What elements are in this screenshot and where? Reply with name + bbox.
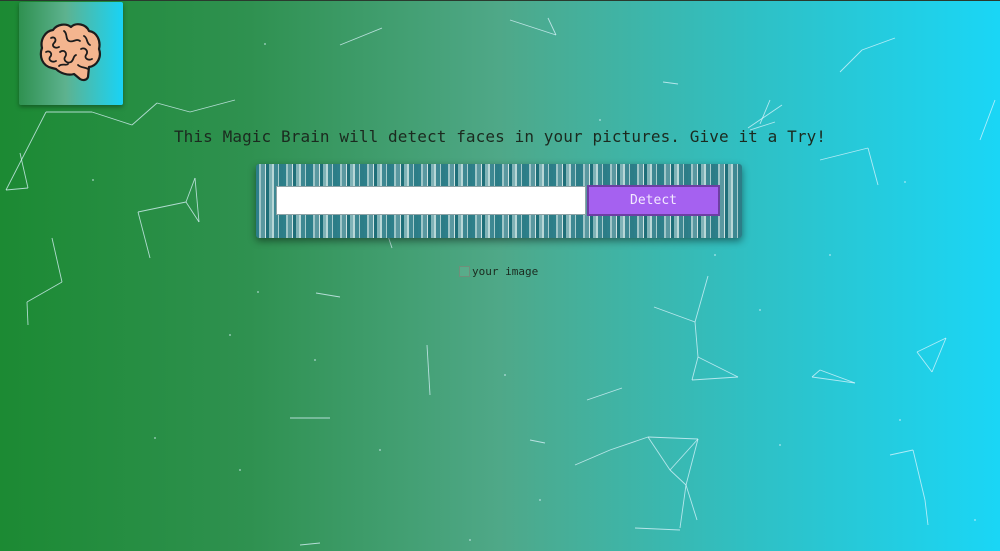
particle-dot (829, 254, 831, 256)
particle-link (426, 344, 431, 396)
detect-button[interactable]: Detect (587, 185, 720, 216)
particle-link (647, 436, 671, 471)
particle-dot (599, 119, 601, 121)
particle-link (647, 436, 699, 440)
particle-link (5, 187, 29, 191)
particle-link (131, 102, 158, 126)
particle-link (185, 177, 196, 203)
particle-link (609, 436, 649, 451)
particle-link (811, 369, 821, 378)
particle-link (194, 177, 200, 223)
logo[interactable] (19, 2, 123, 105)
particle-link (819, 147, 869, 161)
particle-link (685, 484, 698, 521)
particle-link (819, 369, 856, 384)
particle-link (51, 237, 63, 283)
particle-link (747, 104, 783, 129)
particle-dot (229, 334, 231, 336)
page-tagline: This Magic Brain will detect faces in yo… (173, 127, 827, 146)
particle-link (924, 499, 929, 526)
particle-dot (239, 469, 241, 471)
image-url-input[interactable] (276, 186, 586, 215)
particle-dot (379, 449, 381, 451)
particle-link (156, 102, 191, 113)
particle-dot (469, 539, 471, 541)
particle-link (691, 356, 699, 381)
particle-link (811, 376, 856, 384)
particle-link (697, 356, 739, 378)
particle-dot (257, 291, 259, 293)
particle-link (137, 211, 151, 259)
particle-link (339, 27, 383, 46)
particle-dot (974, 519, 976, 521)
particle-link (529, 439, 546, 444)
particle-dot (154, 437, 156, 439)
particle-link (653, 306, 696, 323)
particle-link (19, 152, 29, 189)
particle-link (26, 281, 63, 303)
particle-link (299, 542, 321, 546)
particle-link (91, 111, 133, 126)
particle-dot (759, 309, 761, 311)
particle-link (679, 484, 687, 529)
particle-link (634, 527, 681, 531)
result-image: your image (459, 265, 538, 278)
particle-link (916, 337, 947, 353)
particle-link (509, 19, 557, 36)
particle-link (662, 81, 679, 85)
particle-link (839, 49, 863, 73)
particle-dot (264, 43, 266, 45)
particle-link (315, 292, 341, 298)
particle-link (586, 387, 623, 401)
particle-dot (314, 359, 316, 361)
particle-link (574, 449, 611, 466)
brain-icon (39, 23, 101, 82)
particle-link (912, 449, 926, 501)
particle-dot (779, 444, 781, 446)
broken-image-icon (459, 266, 470, 277)
particle-link (889, 449, 914, 456)
particle-link (189, 99, 236, 113)
particle-link (691, 376, 739, 381)
result-image-alt-text: your image (472, 265, 539, 278)
particle-link (867, 147, 879, 186)
particle-dot (899, 419, 901, 421)
particle-link (759, 99, 771, 125)
particle-link (26, 301, 29, 326)
particle-dot (504, 374, 506, 376)
particle-link (137, 201, 187, 213)
particle-link (861, 37, 896, 51)
particle-link (916, 351, 933, 373)
particle-dot (92, 179, 94, 181)
particle-link (694, 321, 699, 358)
particle-dot (539, 499, 541, 501)
particle-dot (904, 181, 906, 183)
particle-link (931, 337, 947, 373)
particle-dot (714, 254, 716, 256)
particle-link (669, 469, 687, 486)
image-url-form: Detect (256, 164, 742, 238)
particle-link (694, 275, 709, 323)
